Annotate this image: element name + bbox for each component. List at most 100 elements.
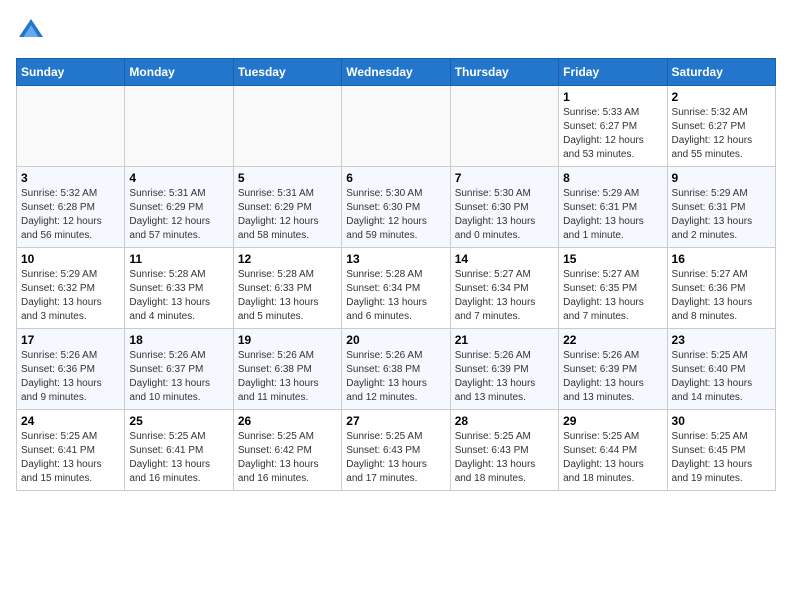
calendar-day-cell: 10 Sunrise: 5:29 AM Sunset: 6:32 PM Dayli… [17, 248, 125, 329]
day-info: Sunrise: 5:25 AM Sunset: 6:41 PM Dayligh… [21, 430, 120, 486]
day-number: 23 [672, 333, 771, 347]
day-number: 18 [129, 333, 228, 347]
day-number: 8 [563, 171, 662, 185]
weekday-header: Friday [559, 59, 667, 86]
day-number: 17 [21, 333, 120, 347]
day-info: Sunrise: 5:29 AM Sunset: 6:31 PM Dayligh… [672, 187, 771, 243]
calendar-day-cell: 20 Sunrise: 5:26 AM Sunset: 6:38 PM Dayli… [342, 329, 450, 410]
calendar-day-cell: 14Sunrise: 5:27 AM Sunset: 6:34 PM Dayli… [450, 248, 558, 329]
day-number: 16 [672, 252, 771, 266]
day-number: 14 [455, 252, 554, 266]
calendar-day-cell: 4 Sunrise: 5:31 AM Sunset: 6:29 PM Daylig… [125, 167, 233, 248]
logo-icon [16, 16, 46, 46]
day-info: Sunrise: 5:28 AM Sunset: 6:33 PM Dayligh… [129, 268, 228, 324]
day-info: Sunrise: 5:25 AM Sunset: 6:43 PM Dayligh… [455, 430, 554, 486]
day-number: 7 [455, 171, 554, 185]
day-info: Sunrise: 5:29 AM Sunset: 6:31 PM Dayligh… [563, 187, 662, 243]
day-number: 4 [129, 171, 228, 185]
calendar-day-cell: 27Sunrise: 5:25 AM Sunset: 6:43 PM Dayli… [342, 410, 450, 491]
day-number: 25 [129, 414, 228, 428]
calendar-day-cell: 2 Sunrise: 5:32 AM Sunset: 6:27 PM Daylig… [667, 86, 775, 167]
day-info: Sunrise: 5:25 AM Sunset: 6:44 PM Dayligh… [563, 430, 662, 486]
weekday-header: Tuesday [233, 59, 341, 86]
day-info: Sunrise: 5:26 AM Sunset: 6:36 PM Dayligh… [21, 349, 120, 405]
day-info: Sunrise: 5:32 AM Sunset: 6:27 PM Dayligh… [672, 106, 771, 162]
calendar-day-cell: 30 Sunrise: 5:25 AM Sunset: 6:45 PM Dayli… [667, 410, 775, 491]
day-number: 6 [346, 171, 445, 185]
day-info: Sunrise: 5:26 AM Sunset: 6:37 PM Dayligh… [129, 349, 228, 405]
weekday-header: Monday [125, 59, 233, 86]
weekday-header: Saturday [667, 59, 775, 86]
day-info: Sunrise: 5:32 AM Sunset: 6:28 PM Dayligh… [21, 187, 120, 243]
day-number: 5 [238, 171, 337, 185]
day-info: Sunrise: 5:26 AM Sunset: 6:38 PM Dayligh… [238, 349, 337, 405]
calendar-day-cell: 23 Sunrise: 5:25 AM Sunset: 6:40 PM Dayli… [667, 329, 775, 410]
weekday-header: Thursday [450, 59, 558, 86]
calendar-day-cell: 25 Sunrise: 5:25 AM Sunset: 6:41 PM Dayli… [125, 410, 233, 491]
calendar-day-cell: 16 Sunrise: 5:27 AM Sunset: 6:36 PM Dayli… [667, 248, 775, 329]
calendar-day-cell [17, 86, 125, 167]
day-info: Sunrise: 5:29 AM Sunset: 6:32 PM Dayligh… [21, 268, 120, 324]
calendar-day-cell: 13 Sunrise: 5:28 AM Sunset: 6:34 PM Dayli… [342, 248, 450, 329]
calendar-day-cell: 6 Sunrise: 5:30 AM Sunset: 6:30 PM Daylig… [342, 167, 450, 248]
day-number: 30 [672, 414, 771, 428]
day-number: 11 [129, 252, 228, 266]
calendar-week-row: 1 Sunrise: 5:33 AM Sunset: 6:27 PM Daylig… [17, 86, 776, 167]
calendar-day-cell: 29 Sunrise: 5:25 AM Sunset: 6:44 PM Dayli… [559, 410, 667, 491]
day-info: Sunrise: 5:28 AM Sunset: 6:33 PM Dayligh… [238, 268, 337, 324]
day-info: Sunrise: 5:26 AM Sunset: 6:39 PM Dayligh… [455, 349, 554, 405]
day-number: 10 [21, 252, 120, 266]
calendar-day-cell: 21 Sunrise: 5:26 AM Sunset: 6:39 PM Dayli… [450, 329, 558, 410]
day-info: Sunrise: 5:33 AM Sunset: 6:27 PM Dayligh… [563, 106, 662, 162]
day-info: Sunrise: 5:31 AM Sunset: 6:29 PM Dayligh… [129, 187, 228, 243]
calendar-day-cell: 12 Sunrise: 5:28 AM Sunset: 6:33 PM Dayli… [233, 248, 341, 329]
calendar-day-cell: 22Sunrise: 5:26 AM Sunset: 6:39 PM Dayli… [559, 329, 667, 410]
day-number: 29 [563, 414, 662, 428]
calendar-day-cell [450, 86, 558, 167]
calendar-table: SundayMondayTuesdayWednesdayThursdayFrid… [16, 58, 776, 491]
day-number: 2 [672, 90, 771, 104]
calendar-day-cell: 19Sunrise: 5:26 AM Sunset: 6:38 PM Dayli… [233, 329, 341, 410]
day-number: 28 [455, 414, 554, 428]
day-number: 12 [238, 252, 337, 266]
logo [16, 16, 50, 46]
calendar-day-cell: 3 Sunrise: 5:32 AM Sunset: 6:28 PM Daylig… [17, 167, 125, 248]
weekday-header-row: SundayMondayTuesdayWednesdayThursdayFrid… [17, 59, 776, 86]
day-number: 26 [238, 414, 337, 428]
day-number: 22 [563, 333, 662, 347]
calendar-day-cell: 11 Sunrise: 5:28 AM Sunset: 6:33 PM Dayli… [125, 248, 233, 329]
day-info: Sunrise: 5:25 AM Sunset: 6:40 PM Dayligh… [672, 349, 771, 405]
day-info: Sunrise: 5:27 AM Sunset: 6:35 PM Dayligh… [563, 268, 662, 324]
day-info: Sunrise: 5:25 AM Sunset: 6:45 PM Dayligh… [672, 430, 771, 486]
calendar-week-row: 17 Sunrise: 5:26 AM Sunset: 6:36 PM Dayli… [17, 329, 776, 410]
day-number: 9 [672, 171, 771, 185]
day-number: 13 [346, 252, 445, 266]
calendar-day-cell: 1 Sunrise: 5:33 AM Sunset: 6:27 PM Daylig… [559, 86, 667, 167]
day-info: Sunrise: 5:26 AM Sunset: 6:38 PM Dayligh… [346, 349, 445, 405]
calendar-day-cell [125, 86, 233, 167]
calendar-day-cell: 28 Sunrise: 5:25 AM Sunset: 6:43 PM Dayli… [450, 410, 558, 491]
calendar-day-cell: 18 Sunrise: 5:26 AM Sunset: 6:37 PM Dayli… [125, 329, 233, 410]
calendar-week-row: 3 Sunrise: 5:32 AM Sunset: 6:28 PM Daylig… [17, 167, 776, 248]
calendar-day-cell: 7Sunrise: 5:30 AM Sunset: 6:30 PM Daylig… [450, 167, 558, 248]
day-number: 24 [21, 414, 120, 428]
day-info: Sunrise: 5:30 AM Sunset: 6:30 PM Dayligh… [346, 187, 445, 243]
calendar-day-cell: 26Sunrise: 5:25 AM Sunset: 6:42 PM Dayli… [233, 410, 341, 491]
day-info: Sunrise: 5:31 AM Sunset: 6:29 PM Dayligh… [238, 187, 337, 243]
weekday-header: Wednesday [342, 59, 450, 86]
calendar-day-cell [233, 86, 341, 167]
day-number: 21 [455, 333, 554, 347]
day-number: 3 [21, 171, 120, 185]
calendar-week-row: 10 Sunrise: 5:29 AM Sunset: 6:32 PM Dayli… [17, 248, 776, 329]
day-info: Sunrise: 5:28 AM Sunset: 6:34 PM Dayligh… [346, 268, 445, 324]
calendar-week-row: 24 Sunrise: 5:25 AM Sunset: 6:41 PM Dayli… [17, 410, 776, 491]
day-number: 20 [346, 333, 445, 347]
day-info: Sunrise: 5:27 AM Sunset: 6:36 PM Dayligh… [672, 268, 771, 324]
calendar-day-cell: 5 Sunrise: 5:31 AM Sunset: 6:29 PM Daylig… [233, 167, 341, 248]
day-number: 15 [563, 252, 662, 266]
day-number: 1 [563, 90, 662, 104]
weekday-header: Sunday [17, 59, 125, 86]
day-number: 27 [346, 414, 445, 428]
calendar-day-cell: 24 Sunrise: 5:25 AM Sunset: 6:41 PM Dayli… [17, 410, 125, 491]
day-info: Sunrise: 5:25 AM Sunset: 6:41 PM Dayligh… [129, 430, 228, 486]
